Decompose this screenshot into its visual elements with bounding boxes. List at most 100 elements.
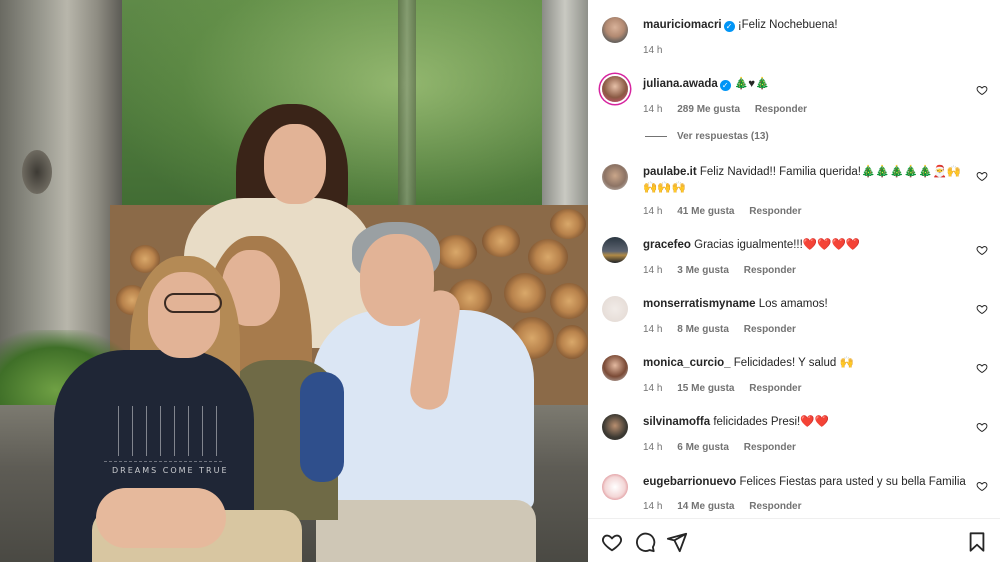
comment-meta: 14 h 3 Me gusta Responder: [643, 265, 808, 276]
bookmark-icon[interactable]: [966, 531, 988, 553]
hands: [96, 488, 226, 548]
reply-button[interactable]: Responder: [749, 383, 801, 394]
timestamp: 14 h: [643, 501, 663, 512]
likes-count[interactable]: 41 Me gusta: [677, 206, 734, 217]
view-replies-label: Ver respuestas (13): [677, 131, 769, 142]
timestamp: 14 h: [643, 324, 663, 335]
timestamp: 14 h: [643, 442, 663, 453]
sleeve: [300, 372, 344, 482]
comment-meta: 14 h 15 Me gusta Responder: [643, 383, 814, 394]
username[interactable]: juliana.awada: [643, 78, 718, 90]
comment-meta: 14 h 8 Me gusta Responder: [643, 324, 808, 335]
shirt-text: DREAMS COME TRUE: [112, 466, 229, 475]
comment-line: monica_curcio_ Felicidades! Y salud 🙌: [643, 355, 970, 371]
avatar[interactable]: [602, 355, 628, 381]
avatar[interactable]: [602, 474, 628, 500]
comment-text: Felicidades! Y salud 🙌: [733, 357, 854, 369]
username[interactable]: paulabe.it: [643, 166, 697, 178]
glasses: [164, 293, 222, 313]
comment-text: Los amamos!: [758, 298, 828, 310]
log: [550, 209, 586, 239]
divider: [645, 135, 667, 137]
caption-line: mauriciomacri ✓ ¡Feliz Nochebuena!: [643, 17, 970, 33]
reply-button[interactable]: Responder: [755, 104, 807, 115]
pants: [316, 500, 536, 562]
tree-knot: [22, 150, 52, 194]
comment-line: paulabe.it Feliz Navidad!! Familia queri…: [643, 164, 970, 196]
comment-text: felicidades Presi!❤️❤️: [713, 416, 829, 428]
comment-text: 🎄♥🎄: [733, 78, 770, 90]
comment-text: Gracias igualmente!!!❤️❤️❤️❤️: [694, 239, 861, 251]
likes-count[interactable]: 14 Me gusta: [677, 501, 734, 512]
likes-count[interactable]: 8 Me gusta: [677, 324, 729, 335]
comment-line: eugebarrionuevo Felices Fiestas para ust…: [643, 474, 970, 490]
likes-count[interactable]: 15 Me gusta: [677, 383, 734, 394]
username[interactable]: mauriciomacri: [643, 19, 722, 31]
heart-outline-icon[interactable]: [976, 170, 988, 182]
verified-badge-icon: ✓: [719, 80, 731, 91]
comment-line: silvinamoffa felicidades Presi!❤️❤️: [643, 414, 970, 430]
tree-trunk-distant: [398, 0, 416, 240]
avatar[interactable]: [602, 296, 628, 322]
comment-meta: 14 h 6 Me gusta Responder: [643, 442, 808, 453]
reply-button[interactable]: Responder: [744, 324, 796, 335]
likes-count[interactable]: 289 Me gusta: [677, 104, 740, 115]
username[interactable]: eugebarrionuevo: [643, 476, 736, 488]
comment-line: juliana.awada ✓ 🎄♥🎄: [643, 76, 970, 92]
comment-line: monserratismyname Los amamos!: [643, 296, 970, 312]
reply-button[interactable]: Responder: [744, 442, 796, 453]
view-replies-button[interactable]: Ver respuestas (13): [645, 131, 769, 142]
comment-line: gracefeo Gracias igualmente!!!❤️❤️❤️❤️: [643, 237, 970, 253]
reply-button[interactable]: Responder: [744, 265, 796, 276]
log: [504, 273, 546, 313]
comment-meta: 14 h 289 Me gusta Responder: [643, 104, 819, 115]
avatar[interactable]: [602, 17, 628, 43]
reply-button[interactable]: Responder: [749, 501, 801, 512]
username[interactable]: monica_curcio_: [643, 357, 731, 369]
shirt-print: DREAMS COME TRUE: [104, 392, 227, 475]
heart-outline-icon[interactable]: [976, 362, 988, 374]
share-plane-icon[interactable]: [666, 531, 688, 553]
post-photo[interactable]: DREAMS COME TRUE: [0, 0, 588, 562]
avatar[interactable]: [602, 76, 628, 102]
log: [482, 225, 520, 257]
face: [148, 272, 220, 358]
comment-meta: 14 h 41 Me gusta Responder: [643, 206, 814, 217]
face: [264, 124, 326, 204]
instagram-post-view: DREAMS COME TRUE mauriciomacri ✓ ¡Feliz N…: [0, 0, 1000, 562]
likes-count[interactable]: 6 Me gusta: [677, 442, 729, 453]
caption-text: ¡Feliz Nochebuena!: [737, 19, 838, 31]
timestamp: 14 h: [643, 265, 663, 276]
comments-panel: mauriciomacri ✓ ¡Feliz Nochebuena! 14 h j…: [588, 0, 1000, 562]
log: [528, 239, 568, 275]
timestamp: 14 h: [643, 383, 663, 394]
heart-outline-icon[interactable]: [976, 480, 988, 492]
heart-outline-icon[interactable]: [601, 531, 623, 553]
log: [550, 283, 588, 319]
avatar[interactable]: [602, 237, 628, 263]
forest-background: [120, 0, 588, 240]
username[interactable]: gracefeo: [643, 239, 691, 251]
username[interactable]: silvinamoffa: [643, 416, 710, 428]
heart-outline-icon[interactable]: [976, 303, 988, 315]
comment-meta: 14 h 14 Me gusta Responder: [643, 501, 814, 512]
heart-outline-icon[interactable]: [976, 84, 988, 96]
likes-count[interactable]: 3 Me gusta: [677, 265, 729, 276]
timestamp: 14 h: [643, 45, 663, 56]
verified-badge-icon: ✓: [723, 21, 735, 32]
timestamp: 14 h: [643, 206, 663, 217]
caption-meta: 14 h: [643, 45, 674, 56]
username[interactable]: monserratismyname: [643, 298, 756, 310]
heart-outline-icon[interactable]: [976, 421, 988, 433]
log: [435, 235, 477, 269]
comment-list[interactable]: mauriciomacri ✓ ¡Feliz Nochebuena! 14 h j…: [588, 0, 1000, 518]
comment-text: Felices Fiestas para usted y su bella Fa…: [739, 476, 966, 488]
heart-outline-icon[interactable]: [976, 244, 988, 256]
avatar[interactable]: [602, 164, 628, 190]
reply-button[interactable]: Responder: [749, 206, 801, 217]
log: [556, 325, 588, 359]
action-toolbar: [588, 518, 1000, 562]
avatar[interactable]: [602, 414, 628, 440]
comment-bubble-icon[interactable]: [634, 531, 656, 553]
timestamp: 14 h: [643, 104, 663, 115]
